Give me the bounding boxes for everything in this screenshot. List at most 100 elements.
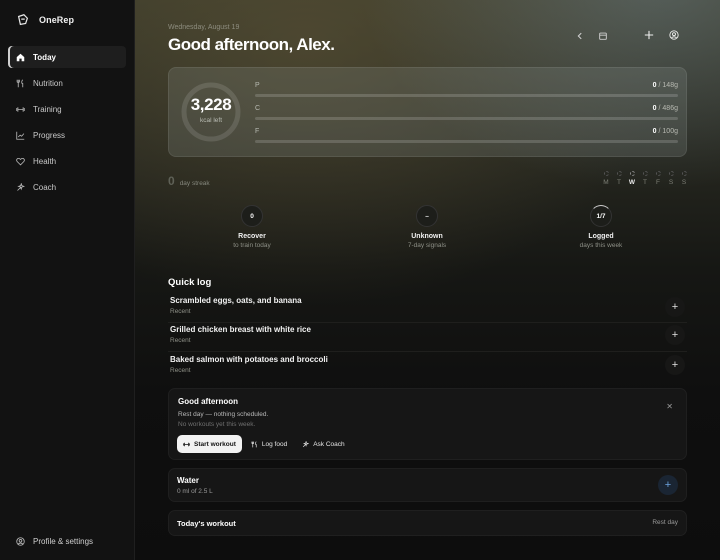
sidebar-item-label: Training (33, 104, 62, 114)
food-tag: Recent (170, 308, 191, 315)
current-date: Wednesday, August 19 (168, 24, 240, 31)
macro-label: F (255, 128, 260, 135)
profile-settings-link[interactable]: Profile & settings (16, 537, 93, 546)
stat-title: Recover (238, 233, 266, 240)
page-title: Good afternoon, Alex. (168, 35, 335, 54)
sidebar-item-nutrition[interactable]: Nutrition (8, 72, 126, 94)
stat-recover[interactable]: 0 Recover to train today (192, 205, 312, 249)
sidebar-item-training[interactable]: Training (8, 98, 126, 120)
dumbbell-icon (183, 442, 190, 446)
macro-value: 0 / 100g (652, 128, 678, 135)
water-card[interactable]: Water 0 ml of 2.5 L + (168, 468, 687, 502)
quick-log-item[interactable]: Grilled chicken breast with white rice R… (168, 324, 687, 352)
todays-workout-card[interactable]: Today's workout Rest day (168, 510, 687, 536)
brand[interactable]: OneRep (16, 13, 74, 27)
sidebar-item-label: Today (33, 52, 56, 62)
add-button[interactable] (643, 29, 655, 41)
user-circle-icon (669, 30, 679, 40)
sidebar-item-progress[interactable]: Progress (8, 125, 126, 147)
sidebar-item-health[interactable]: Health (8, 151, 126, 173)
calendar-button[interactable] (597, 30, 609, 42)
account-button[interactable] (668, 29, 680, 41)
day-dot (655, 171, 661, 176)
food-tag: Recent (170, 337, 191, 344)
weekday-mon[interactable]: M (601, 171, 611, 186)
user-circle-icon (16, 537, 25, 546)
todays-workout-title: Today's workout (177, 519, 236, 528)
day-dot (681, 171, 687, 176)
add-food-button[interactable]: + (665, 325, 685, 345)
coach-card: Good afternoon Rest day — nothing schedu… (168, 388, 687, 460)
weekday-wed[interactable]: W (627, 171, 637, 186)
weekday-tue[interactable]: T (614, 171, 624, 186)
recover-value: 0 (241, 205, 263, 227)
quick-log-item[interactable]: Scrambled eggs, oats, and banana Recent … (168, 295, 687, 323)
stat-logged[interactable]: 1/7 Logged days this week (541, 205, 661, 249)
close-icon: ✕ (666, 402, 673, 411)
sidebar-item-label: Coach (33, 183, 57, 193)
stat-signals[interactable]: – Unknown 7-day signals (367, 205, 487, 249)
macro-progress-bar (255, 117, 678, 120)
weekday-sat[interactable]: S (666, 171, 676, 186)
ask-coach-button[interactable]: Ask Coach (296, 435, 350, 453)
log-food-button[interactable]: Log food (245, 435, 293, 453)
sidebar-item-today[interactable]: Today (8, 46, 126, 68)
sidebar-item-label: Nutrition (33, 78, 63, 88)
food-name: Scrambled eggs, oats, and banana (170, 296, 302, 305)
weekday-fri[interactable]: F (653, 171, 663, 186)
signals-value: – (416, 205, 438, 227)
sidebar-nav: Today Nutrition Training Progress Health… (8, 46, 126, 203)
chevron-left-icon (577, 32, 582, 40)
weekday-thu[interactable]: T (640, 171, 650, 186)
sparkle-icon (17, 183, 25, 192)
add-water-button[interactable]: + (658, 475, 678, 495)
food-tag: Recent (170, 367, 191, 374)
kcal-left-value: 3,228 (190, 95, 232, 114)
streak-label: day streak (179, 180, 210, 187)
dumbbell-icon (16, 107, 25, 112)
plus-icon: + (664, 479, 672, 491)
macro-label: C (255, 105, 261, 112)
stat-title: Unknown (411, 233, 443, 240)
calendar-icon (599, 32, 607, 40)
coach-card-title: Good afternoon (178, 397, 238, 406)
day-dot (642, 171, 648, 176)
day-dot (668, 171, 674, 176)
plus-icon (644, 30, 654, 40)
sidebar-item-label: Health (33, 157, 57, 167)
add-food-button[interactable]: + (665, 297, 685, 317)
calorie-summary-card[interactable]: 3,228 kcal left P 0 / 148g C 0 / 486g F … (168, 67, 687, 157)
kcal-left-label: kcal left (199, 117, 223, 124)
heart-icon (16, 158, 25, 166)
quick-log-item[interactable]: Baked salmon with potatoes and broccoli … (168, 354, 687, 382)
todays-workout-value: Rest day (652, 519, 678, 526)
macro-value: 0 / 148g (652, 82, 678, 89)
home-icon (16, 53, 25, 61)
plus-icon: + (671, 359, 679, 371)
coach-card-line: No workouts yet this week. (178, 421, 256, 428)
profile-label: Profile & settings (33, 537, 94, 546)
water-amount: 0 ml of 2.5 L (177, 488, 213, 495)
fork-knife-icon (16, 79, 24, 87)
streak-count: 0 (168, 174, 175, 188)
logged-value: 1/7 (590, 205, 612, 227)
sidebar-item-coach[interactable]: Coach (8, 177, 126, 199)
day-dot (616, 171, 622, 176)
plus-icon: + (671, 329, 679, 341)
macro-carbs: C 0 / 486g (255, 105, 678, 123)
day-streak: 0 day streak (168, 174, 210, 188)
weekday-sun[interactable]: S (679, 171, 689, 186)
macro-value: 0 / 486g (652, 105, 678, 112)
macro-progress-bar (255, 140, 678, 143)
add-food-button[interactable]: + (665, 355, 685, 375)
onerep-logo-icon (17, 14, 29, 26)
previous-day-button[interactable] (574, 30, 586, 42)
start-workout-button[interactable]: Start workout (177, 435, 242, 453)
dismiss-button[interactable]: ✕ (666, 402, 673, 411)
divider (168, 322, 687, 323)
divider (168, 351, 687, 352)
food-name: Grilled chicken breast with white rice (170, 325, 311, 334)
app-name: OneRep (39, 15, 75, 25)
stat-title: Logged (588, 233, 614, 240)
food-name: Baked salmon with potatoes and broccoli (170, 355, 328, 364)
